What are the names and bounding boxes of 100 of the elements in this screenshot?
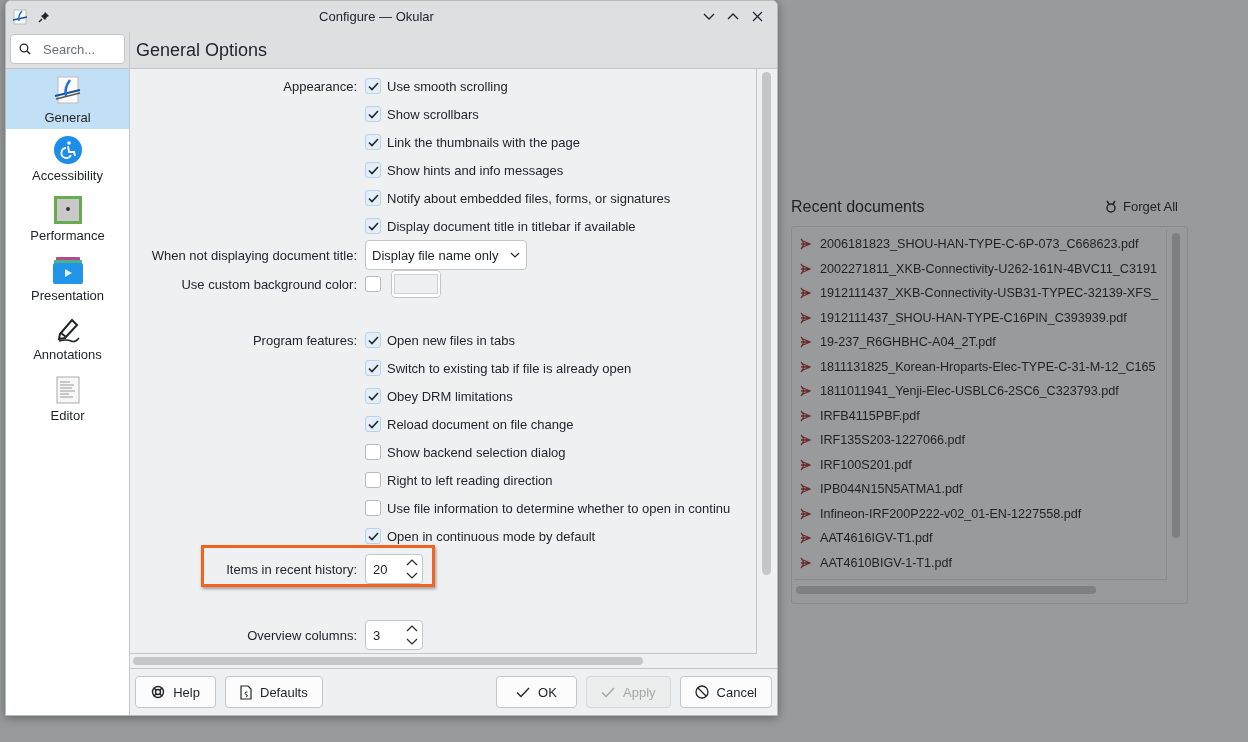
- dropdown[interactable]: Display file name only: [365, 240, 528, 270]
- sidebar-item[interactable]: General: [6, 69, 129, 129]
- window-title: Configure — Okular: [318, 9, 435, 24]
- checkbox-label: Notify about embedded files, forms, or signatures: [387, 190, 671, 206]
- checkbox[interactable]: [365, 78, 381, 94]
- document-icon: [240, 684, 252, 700]
- scrollbar[interactable]: [133, 657, 643, 665]
- sidebar-item[interactable]: Annotations: [6, 309, 129, 369]
- pdf-icon: [800, 311, 811, 324]
- document-item[interactable]: 1912111437_SHOU-HAN-TYPE-C16PIN_C393939.pdf: [794, 305, 1166, 330]
- spin-box[interactable]: 3: [365, 620, 423, 650]
- pdf-icon: [800, 336, 811, 349]
- dialog-button[interactable]: Help: [135, 676, 216, 708]
- checkbox[interactable]: [365, 218, 381, 234]
- field-label: Overview columns:: [246, 627, 357, 643]
- document-item[interactable]: 1912111437_XKB-Connectivity-USB31-TYPEC-32139-XFS_: [794, 281, 1166, 306]
- document-item[interactable]: AAT4610BIGV-1-T1.pdf: [794, 550, 1166, 575]
- pdf-icon: [800, 287, 811, 300]
- pdf-icon: [800, 238, 811, 251]
- document-item[interactable]: IPB044N15N5ATMA1.pdf: [794, 477, 1166, 502]
- checkbox[interactable]: [365, 472, 381, 488]
- sidebar-item[interactable]: Editor: [6, 369, 129, 429]
- checkbox[interactable]: [365, 332, 381, 348]
- pdf-icon: [800, 409, 811, 422]
- app-icon: [12, 8, 28, 25]
- field-label: Items in recent history:: [225, 561, 357, 577]
- document-item[interactable]: 19-237_R6GHBHC-A04_2T.pdf: [794, 330, 1166, 355]
- checkbox-label: Reload document on file change: [387, 416, 574, 432]
- checkbox-label: Obey DRM limitations: [387, 388, 513, 404]
- panel-title: Recent documents: [791, 197, 925, 216]
- checkbox[interactable]: [365, 162, 381, 178]
- document-item[interactable]: IRFB4115PBF.pdf: [794, 403, 1166, 428]
- dialog-button[interactable]: OK: [496, 676, 577, 708]
- field-label: Program features:: [251, 332, 357, 348]
- checkmark-icon: [601, 686, 615, 698]
- field-label: When not displaying document title:: [150, 247, 357, 263]
- checkbox-label: Right to left reading direction: [387, 472, 553, 488]
- sidebar-item[interactable]: Presentation: [6, 249, 129, 309]
- chevron-up-icon: [727, 13, 739, 20]
- pdf-icon: [800, 434, 811, 447]
- sidebar-item[interactable]: Performance: [6, 189, 129, 249]
- checkbox-label: Show backend selection dialog: [387, 444, 566, 460]
- pin-icon: [38, 10, 50, 23]
- field-label: Appearance:: [282, 78, 357, 94]
- checkbox[interactable]: [365, 276, 381, 292]
- checkbox[interactable]: [365, 444, 381, 460]
- checkbox-label: Display document title in titlebar if available: [387, 218, 636, 234]
- dialog-button[interactable]: Cancel: [679, 676, 772, 708]
- forget-all-button[interactable]: Forget All: [1103, 197, 1180, 216]
- text-document-icon: [55, 375, 80, 404]
- scrollbar[interactable]: [1172, 233, 1180, 538]
- checkbox-label: Open new files in tabs: [387, 332, 515, 348]
- chevron-down-icon: [510, 252, 521, 258]
- checkbox[interactable]: [365, 360, 381, 376]
- pdf-icon: [800, 360, 811, 373]
- search-field[interactable]: Search...: [10, 34, 125, 64]
- document-item[interactable]: Infineon-IRF200P222-v02_01-EN-1227558.pdf: [794, 501, 1166, 526]
- chevron-down-icon: [703, 13, 715, 20]
- color-picker-button[interactable]: [391, 270, 441, 298]
- checkbox-label: Link the thumbnails with the page: [387, 134, 580, 150]
- field-label: Use custom background color:: [180, 276, 357, 292]
- close-icon: [751, 11, 763, 22]
- presentation-folder-icon: [52, 255, 83, 284]
- checkbox-label: Switch to existing tab if file is already open: [387, 360, 632, 376]
- checkbox-label: Show scrollbars: [387, 106, 479, 122]
- sidebar-item[interactable]: Accessibility: [6, 129, 129, 189]
- checkbox[interactable]: [365, 416, 381, 432]
- pdf-icon: [800, 262, 811, 275]
- page-title: General Options: [135, 39, 268, 61]
- checkbox[interactable]: [365, 388, 381, 404]
- checkbox[interactable]: [365, 500, 381, 516]
- pdf-icon: [800, 556, 811, 569]
- pdf-icon: [800, 507, 811, 520]
- document-item[interactable]: IRF100S201.pdf: [794, 452, 1166, 477]
- checkbox-label: Open in continuous mode by default: [387, 528, 596, 544]
- document-item[interactable]: AAT4616IGV-T1.pdf: [794, 526, 1166, 551]
- checkmark-icon: [516, 686, 531, 698]
- checkbox-label: Use file information to determine whether to open in continu: [387, 500, 731, 516]
- dialog-button[interactable]: Defaults: [225, 676, 323, 708]
- pdf-icon: [800, 532, 811, 545]
- checkbox[interactable]: [365, 190, 381, 206]
- document-item[interactable]: 2006181823_SHOU-HAN-TYPE-C-6P-073_C668623.pdf: [794, 232, 1166, 257]
- checkbox[interactable]: [365, 106, 381, 122]
- cancel-icon: [694, 685, 709, 699]
- pdf-icon: [800, 385, 811, 398]
- pdf-icon: [800, 458, 811, 471]
- checkbox[interactable]: [365, 134, 381, 150]
- scrollbar[interactable]: [762, 72, 771, 575]
- scrollbar[interactable]: [796, 586, 1096, 594]
- pdf-icon: [800, 483, 811, 496]
- document-item[interactable]: 1811131825_Korean-Hroparts-Elec-TYPE-C-31-M-12_C165: [794, 354, 1166, 379]
- wheelchair-icon: [53, 135, 82, 164]
- spin-box[interactable]: 20: [365, 554, 423, 584]
- document-item[interactable]: 2002271811_XKB-Connectivity-U262-161N-4BVC11_C3191: [794, 256, 1166, 281]
- checkbox-label: Show hints and info messages: [387, 162, 564, 178]
- document-item[interactable]: IRF135S203-1227066.pdf: [794, 428, 1166, 453]
- document-item[interactable]: 1811011941_Yenji-Elec-USBLC6-2SC6_C323793.pdf: [794, 379, 1166, 404]
- lifebuoy-icon: [151, 685, 166, 699]
- checkbox[interactable]: [365, 528, 381, 544]
- search-icon: [19, 43, 31, 55]
